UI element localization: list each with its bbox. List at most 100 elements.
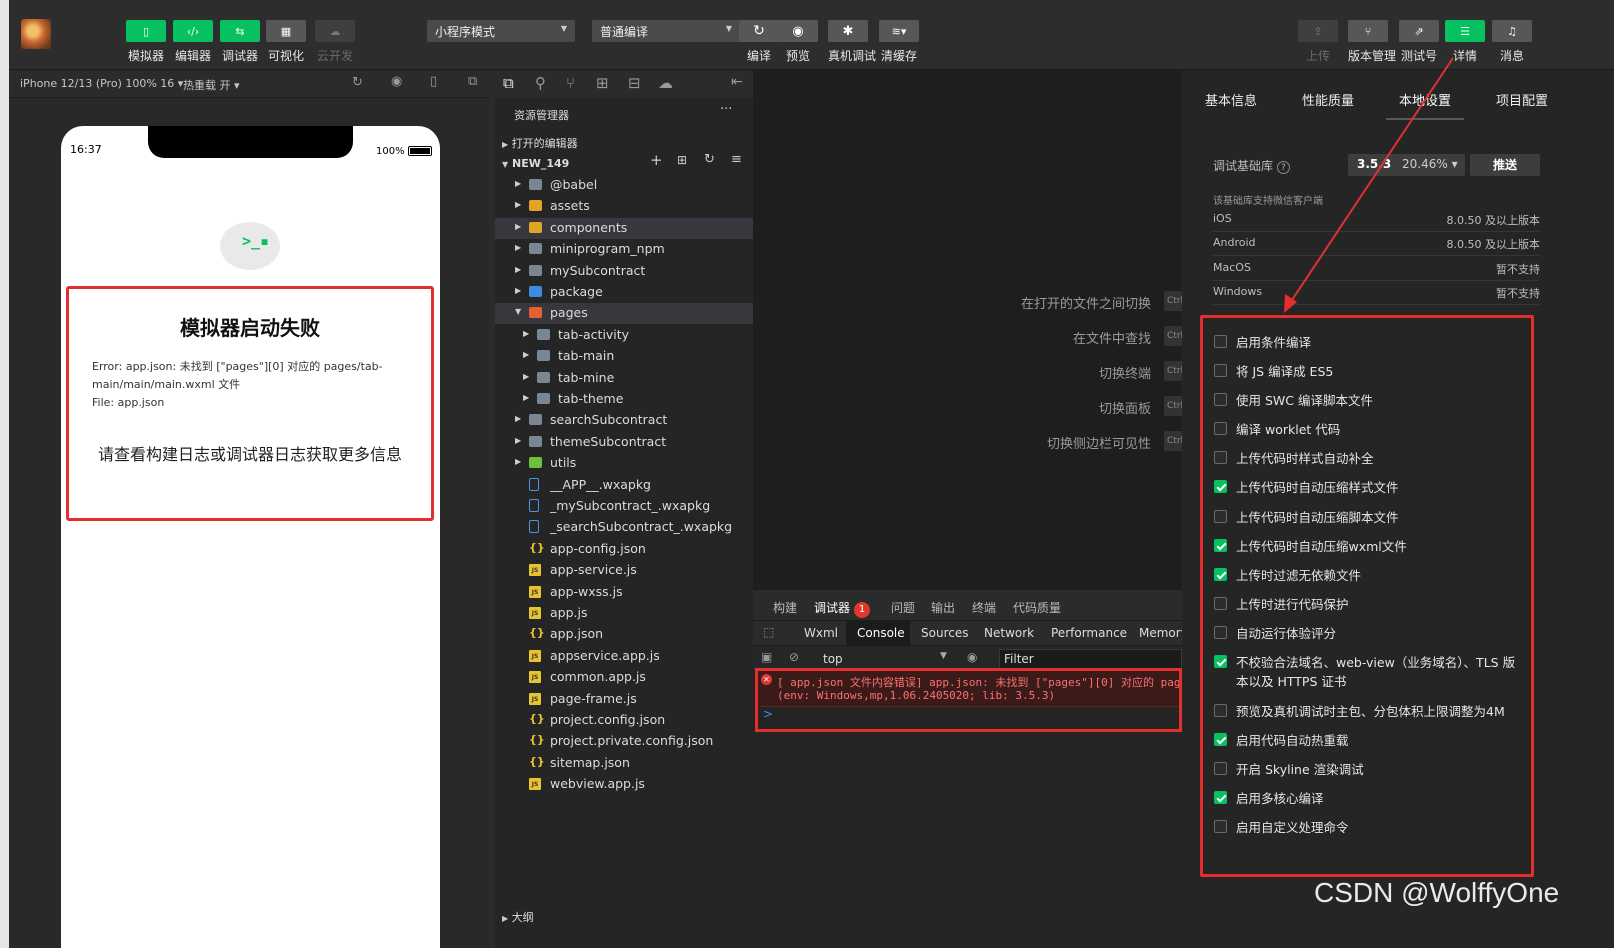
checkbox-checked[interactable]: [1214, 568, 1227, 581]
checkbox[interactable]: [1214, 704, 1227, 717]
hot-reload-select[interactable]: 热重载 开 ▾: [183, 77, 240, 93]
tab-code-quality[interactable]: 代码质量: [1013, 599, 1061, 616]
checkbox-checked[interactable]: [1214, 791, 1227, 804]
tab-project-config[interactable]: 项目配置: [1496, 90, 1548, 109]
file-tree-item[interactable]: ▶ tab-activity: [495, 325, 753, 346]
mode-select[interactable]: 小程序模式 ▼: [427, 20, 575, 42]
search-icon[interactable]: ⚲: [535, 74, 546, 92]
tab-sources[interactable]: Sources: [921, 626, 968, 640]
file-tree-item[interactable]: JS page-frame.js: [495, 689, 753, 710]
clear-cache-button[interactable]: ≋▾ 清缓存: [879, 20, 919, 64]
checkbox-checked[interactable]: [1214, 733, 1227, 746]
more-icon[interactable]: ···: [720, 102, 732, 117]
file-tree-item[interactable]: _mySubcontract_.wxapkg: [495, 496, 753, 517]
file-tree-item[interactable]: ▶ utils: [495, 453, 753, 474]
file-tree-item[interactable]: ▶ @babel: [495, 175, 753, 196]
extensions-icon[interactable]: ⊞: [596, 74, 609, 92]
new-folder-icon[interactable]: ⊞: [677, 153, 687, 167]
phone-outline-icon[interactable]: ▯: [430, 74, 437, 89]
checkbox[interactable]: [1214, 597, 1227, 610]
checkbox-checked[interactable]: [1214, 655, 1227, 668]
popout-icon[interactable]: ⧉: [468, 74, 477, 89]
file-tree-item[interactable]: JS app.js: [495, 603, 753, 624]
file-tree-item[interactable]: ▶ tab-mine: [495, 368, 753, 389]
file-tree-item[interactable]: _searchSubcontract_.wxapkg: [495, 517, 753, 538]
inspect-icon[interactable]: ⬚: [763, 625, 774, 639]
debugger-button[interactable]: ⇆ 调试器: [220, 20, 260, 64]
file-tree-item[interactable]: ▶ package: [495, 282, 753, 303]
checkbox[interactable]: [1214, 510, 1227, 523]
file-tree-item[interactable]: ▶ miniprogram_npm: [495, 239, 753, 260]
compile-button[interactable]: ↻ 编译: [739, 20, 779, 64]
file-tree-item[interactable]: JS webview.app.js: [495, 774, 753, 795]
checkbox-checked[interactable]: [1214, 539, 1227, 552]
file-tree-item[interactable]: {} app.json: [495, 624, 753, 645]
user-avatar[interactable]: [21, 19, 51, 49]
file-tree-item[interactable]: {} app-config.json: [495, 539, 753, 560]
messages-button[interactable]: ♫ 消息: [1492, 20, 1532, 64]
context-select[interactable]: top: [823, 652, 843, 666]
checkbox[interactable]: [1214, 364, 1227, 377]
tab-debugger[interactable]: 调试器 1: [814, 599, 871, 618]
tab-output[interactable]: 输出: [931, 599, 955, 616]
file-tree-item[interactable]: ▶ tab-theme: [495, 389, 753, 410]
tab-terminal[interactable]: 终端: [972, 599, 996, 616]
tab-problems[interactable]: 问题: [891, 599, 915, 616]
file-tree-item[interactable]: __APP__.wxapkg: [495, 475, 753, 496]
checkbox[interactable]: [1214, 335, 1227, 348]
checkbox[interactable]: [1214, 820, 1227, 833]
collapse-panel-icon[interactable]: ⇤: [731, 74, 743, 90]
project-section[interactable]: ▼ NEW_149: [502, 157, 569, 170]
cloud-button[interactable]: ☁ 云开发: [315, 20, 355, 64]
file-tree-item[interactable]: ▼ pages: [495, 303, 753, 325]
stop-icon[interactable]: ◉: [391, 74, 402, 89]
file-tree-item[interactable]: ▶ searchSubcontract: [495, 410, 753, 431]
compile-select[interactable]: 普通编译 ▼: [592, 20, 740, 42]
files-icon[interactable]: ⧉: [503, 74, 514, 92]
new-file-icon[interactable]: +: [650, 151, 663, 169]
remote-debug-button[interactable]: ✱ 真机调试: [828, 20, 876, 64]
tab-build[interactable]: 构建: [773, 599, 797, 616]
cloud-icon[interactable]: ☁: [658, 74, 673, 92]
checkbox[interactable]: [1214, 393, 1227, 406]
push-button[interactable]: 推送: [1470, 154, 1540, 176]
checkbox[interactable]: [1214, 762, 1227, 775]
file-tree-item[interactable]: {} project.config.json: [495, 710, 753, 731]
collapse-all-icon[interactable]: ≡: [731, 152, 742, 167]
tab-memory[interactable]: Memory: [1139, 626, 1188, 640]
visual-button[interactable]: ▦ 可视化: [266, 20, 306, 64]
file-tree-item[interactable]: JS app-service.js: [495, 560, 753, 581]
simulator-button[interactable]: ▯ 模拟器: [126, 20, 166, 64]
checkbox[interactable]: [1214, 451, 1227, 464]
file-tree-item[interactable]: ▶ components: [495, 217, 753, 239]
file-tree-item[interactable]: ▶ themeSubcontract: [495, 432, 753, 453]
refresh-icon[interactable]: ↻: [704, 152, 715, 167]
file-tree-item[interactable]: ▶ assets: [495, 196, 753, 217]
tab-basic-info[interactable]: 基本信息: [1205, 90, 1257, 109]
device-select[interactable]: iPhone 12/13 (Pro) 100% 16 ▾: [20, 77, 183, 90]
clear-console-icon[interactable]: ⊘: [789, 650, 799, 664]
file-tree-item[interactable]: JS common.app.js: [495, 667, 753, 688]
tab-console[interactable]: Console: [857, 626, 905, 640]
outline-section[interactable]: ▶ 大纲: [502, 909, 534, 925]
tab-network[interactable]: Network: [984, 626, 1034, 640]
tab-performance[interactable]: Performance: [1051, 626, 1127, 640]
checkbox[interactable]: [1214, 422, 1227, 435]
file-tree-item[interactable]: JS appservice.app.js: [495, 646, 753, 667]
file-tree-item[interactable]: ▶ tab-main: [495, 346, 753, 367]
file-tree-item[interactable]: {} sitemap.json: [495, 753, 753, 774]
rotate-icon[interactable]: ↻: [352, 75, 363, 90]
branch-icon[interactable]: ⑂: [566, 74, 575, 92]
sidebar-toggle-icon[interactable]: ▣: [761, 650, 772, 664]
checkbox[interactable]: [1214, 626, 1227, 639]
storage-icon[interactable]: ⊟: [628, 74, 641, 92]
eye-icon[interactable]: ◉: [967, 650, 977, 664]
open-editors-section[interactable]: ▶ 打开的编辑器: [502, 135, 578, 151]
tab-wxml[interactable]: Wxml: [804, 626, 838, 640]
checkbox-checked[interactable]: [1214, 480, 1227, 493]
preview-button[interactable]: ◉ 预览: [778, 20, 818, 64]
file-tree-item[interactable]: {} project.private.config.json: [495, 731, 753, 752]
file-tree-item[interactable]: ▶ mySubcontract: [495, 261, 753, 282]
editor-button[interactable]: ‹/› 编辑器: [173, 20, 213, 64]
filter-input[interactable]: Filter: [999, 649, 1182, 669]
